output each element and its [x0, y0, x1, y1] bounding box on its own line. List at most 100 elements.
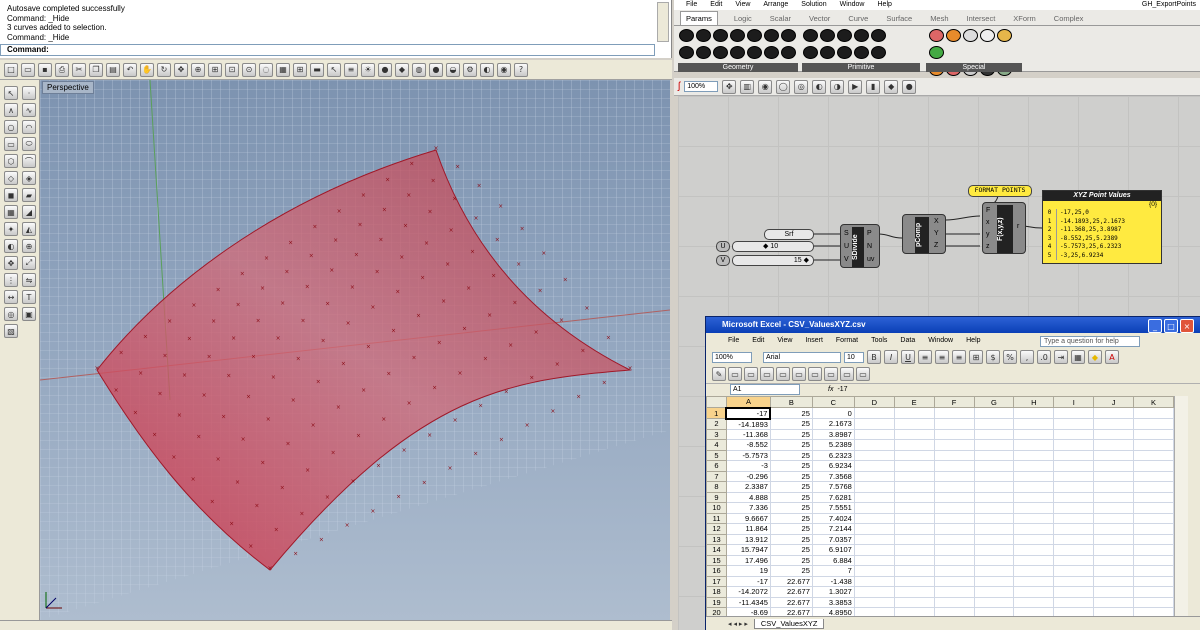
menu-window[interactable]: Window [928, 334, 953, 348]
perspective-viewport[interactable]: × × × × × × × × × × × × × × × × × × × × × × × × × × × × × × × × × × × × × × × ×… [40, 80, 670, 620]
cell[interactable]: 2.3387 [725, 481, 771, 493]
cell[interactable]: 7.5768 [811, 481, 855, 493]
underline-icon[interactable]: U [901, 350, 915, 364]
cut-icon[interactable]: ✂ [72, 62, 86, 77]
cell[interactable]: -14.1893 [725, 418, 771, 430]
pcomp-component[interactable]: pComp X Y Z [902, 214, 946, 254]
cell[interactable] [1093, 481, 1135, 493]
row-header[interactable]: 15 [706, 554, 727, 566]
cell[interactable] [933, 491, 975, 503]
cell[interactable] [1013, 586, 1055, 598]
cell[interactable] [893, 596, 935, 608]
cell[interactable]: 25 [769, 523, 813, 535]
cell[interactable] [1133, 481, 1174, 493]
cell[interactable] [1053, 449, 1095, 461]
cell[interactable] [1093, 512, 1135, 524]
cell[interactable] [933, 470, 975, 482]
cell[interactable]: 7.2144 [811, 523, 855, 535]
cell[interactable] [1013, 470, 1055, 482]
cell[interactable] [893, 418, 935, 430]
cell[interactable] [1013, 418, 1055, 430]
srf-param[interactable]: Srf [764, 229, 814, 240]
review-icon[interactable]: ✎ [712, 367, 726, 381]
cell[interactable] [893, 460, 935, 472]
cell[interactable] [853, 523, 895, 535]
extrude-icon[interactable]: ▰ [22, 188, 36, 202]
cell[interactable] [933, 460, 975, 472]
cell[interactable] [973, 586, 1015, 598]
cell[interactable]: -11.368 [725, 428, 771, 440]
borders-icon[interactable]: ▦ [1071, 350, 1085, 364]
cell[interactable] [1133, 607, 1174, 616]
menu-view[interactable]: View [777, 334, 792, 348]
cell[interactable] [973, 439, 1015, 451]
cell[interactable] [853, 565, 895, 577]
align-center-icon[interactable]: ≡ [935, 350, 949, 364]
cell[interactable] [933, 533, 975, 545]
cell[interactable] [1053, 565, 1095, 577]
cell[interactable]: 17.496 [725, 554, 771, 566]
column-header[interactable]: J [1093, 396, 1135, 408]
cell[interactable] [853, 491, 895, 503]
name-box[interactable]: A1 [730, 384, 800, 395]
cell[interactable]: 25 [769, 460, 813, 472]
cell[interactable]: 7.3568 [811, 470, 855, 482]
zoom-extents-icon[interactable]: ✥ [722, 79, 737, 94]
cell[interactable] [973, 470, 1015, 482]
cell[interactable] [973, 607, 1015, 616]
indent-icon[interactable]: ⇥ [1054, 350, 1068, 364]
loft-icon[interactable]: ◈ [22, 171, 36, 185]
percent-icon[interactable]: % [1003, 350, 1017, 364]
component-icon[interactable] [696, 29, 711, 42]
component-icon[interactable] [837, 29, 852, 42]
save-icon[interactable]: ▪ [38, 62, 52, 77]
cell[interactable]: 6.9234 [811, 460, 855, 472]
cell[interactable] [853, 512, 895, 524]
tab-xform[interactable]: XForm [1011, 14, 1038, 25]
cell[interactable] [973, 502, 1015, 514]
cell[interactable]: 25 [769, 481, 813, 493]
cell[interactable] [973, 481, 1015, 493]
cell[interactable]: -14.2072 [725, 586, 771, 598]
align-left-icon[interactable]: ≡ [918, 350, 932, 364]
cell[interactable] [1053, 533, 1095, 545]
cell[interactable] [1133, 407, 1174, 419]
cell[interactable] [1053, 439, 1095, 451]
cell[interactable]: 25 [769, 533, 813, 545]
cell[interactable]: 13.912 [725, 533, 771, 545]
cell[interactable]: 7 [811, 565, 855, 577]
slider-value[interactable]: 15 ◆ [732, 255, 814, 266]
bake-icon[interactable]: ◎ [794, 79, 809, 94]
cell[interactable] [1133, 449, 1174, 461]
cell[interactable] [1053, 512, 1095, 524]
cell[interactable] [1053, 407, 1095, 419]
cell[interactable]: -0.296 [725, 470, 771, 482]
cell[interactable] [853, 407, 895, 419]
cell[interactable] [1013, 575, 1055, 587]
cell[interactable] [973, 418, 1015, 430]
zoom-icon[interactable]: ⊕ [191, 62, 205, 77]
cell[interactable] [1013, 460, 1055, 472]
menu-file[interactable]: File [728, 334, 739, 348]
shade-icon[interactable]: ◐ [480, 62, 494, 77]
cell[interactable]: 22.677 [769, 586, 813, 598]
cell[interactable] [1133, 554, 1174, 566]
cell[interactable] [973, 428, 1015, 440]
component-icon[interactable] [747, 46, 762, 59]
component-icon[interactable] [713, 46, 728, 59]
cell[interactable] [1013, 407, 1055, 419]
sketch-icon[interactable]: ◆ [884, 79, 899, 94]
cell[interactable] [973, 554, 1015, 566]
cell[interactable]: 7.4024 [811, 512, 855, 524]
component-icon[interactable] [803, 46, 818, 59]
paste-icon[interactable]: ▤ [106, 62, 120, 77]
cell[interactable]: 9.6667 [725, 512, 771, 524]
cell[interactable] [1133, 460, 1174, 472]
worksheet-grid[interactable]: A B C D E F G H I J K 1 -17 25 0 2 -14.1893 25 2.1673 3 -11.… [706, 396, 1174, 616]
sphere-icon[interactable]: ● [429, 62, 443, 77]
cell[interactable] [1093, 460, 1135, 472]
review-icon[interactable]: ▭ [776, 367, 790, 381]
fillet-icon[interactable]: ⌒ [22, 154, 36, 168]
properties-icon[interactable]: ◆ [395, 62, 409, 77]
cell[interactable] [933, 586, 975, 598]
